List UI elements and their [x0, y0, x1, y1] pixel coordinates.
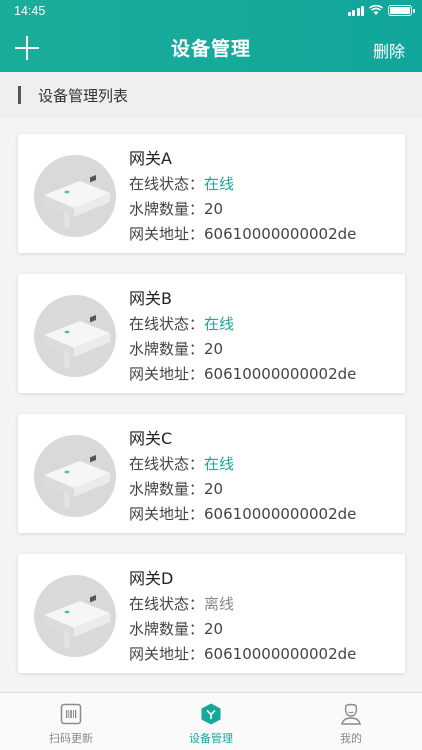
app-header: 14:45 设备管理 删除 [0, 0, 422, 72]
status-label: 在线状态： [129, 175, 205, 193]
device-card[interactable]: 网关B 在线状态：在线 水牌数量：20 网关地址：60610000000002d… [18, 274, 405, 393]
status-label: 在线状态： [129, 595, 205, 613]
status-value: 在线 [204, 315, 235, 333]
address-value: 60610000000002de [204, 225, 357, 243]
wifi-icon [369, 5, 383, 15]
count-value: 20 [204, 200, 224, 218]
section-accent-bar [18, 86, 21, 104]
device-card[interactable]: 网关A 在线状态：在线 水牌数量：20 网关地址：60610000000002d… [18, 134, 405, 253]
device-name: 网关B [129, 289, 172, 308]
tab-scan-update[interactable]: 扫码更新 [1, 693, 141, 750]
device-name: 网关D [129, 569, 174, 588]
address-value: 60610000000002de [204, 365, 357, 383]
status-label: 在线状态： [129, 455, 205, 473]
count-label: 水牌数量： [129, 480, 205, 498]
device-box-icon [201, 703, 221, 725]
tab-label: 我的 [340, 732, 362, 745]
count-label: 水牌数量： [129, 620, 205, 638]
tab-profile[interactable]: 我的 [281, 693, 421, 750]
device-name: 网关C [129, 429, 173, 448]
status-bar: 14:45 [0, 0, 422, 22]
address-label: 网关地址： [129, 225, 205, 243]
device-card[interactable]: 网关D 在线状态：离线 水牌数量：20 网关地址：60610000000002d… [18, 554, 405, 673]
address-label: 网关地址： [129, 645, 205, 663]
count-value: 20 [204, 480, 224, 498]
status-icons [347, 5, 415, 16]
gateway-device-image [34, 575, 116, 657]
address-label: 网关地址： [129, 365, 205, 383]
status-value: 在线 [204, 455, 235, 473]
count-value: 20 [204, 620, 224, 638]
address-value: 60610000000002de [204, 645, 357, 663]
barcode-scan-icon [60, 703, 82, 725]
address-label: 网关地址： [129, 505, 205, 523]
status-label: 在线状态： [129, 315, 205, 333]
section-title: 设备管理列表 [38, 87, 129, 105]
count-value: 20 [204, 340, 224, 358]
tab-label: 设备管理 [189, 732, 233, 745]
gateway-device-image [34, 435, 116, 517]
device-card[interactable]: 网关C 在线状态：在线 水牌数量：20 网关地址：60610000000002d… [18, 414, 405, 533]
status-value: 在线 [204, 175, 235, 193]
bottom-tab-bar: 扫码更新 设备管理 我的 [0, 692, 422, 750]
page-title: 设备管理 [170, 38, 251, 60]
device-list[interactable]: 网关A 在线状态：在线 水牌数量：20 网关地址：60610000000002d… [0, 118, 422, 692]
status-value: 离线 [204, 595, 235, 613]
count-label: 水牌数量： [129, 340, 205, 358]
battery-icon [388, 5, 415, 16]
status-time: 14:45 [14, 4, 46, 18]
gateway-device-image [34, 295, 116, 377]
device-name: 网关A [129, 149, 172, 168]
tab-label: 扫码更新 [49, 732, 93, 745]
signal-icon [347, 5, 364, 16]
delete-button[interactable]: 删除 [373, 38, 405, 62]
count-label: 水牌数量： [129, 200, 205, 218]
tab-device-management[interactable]: 设备管理 [141, 693, 281, 750]
address-value: 60610000000002de [204, 505, 357, 523]
user-profile-icon [341, 703, 361, 725]
gateway-device-image [34, 155, 116, 237]
